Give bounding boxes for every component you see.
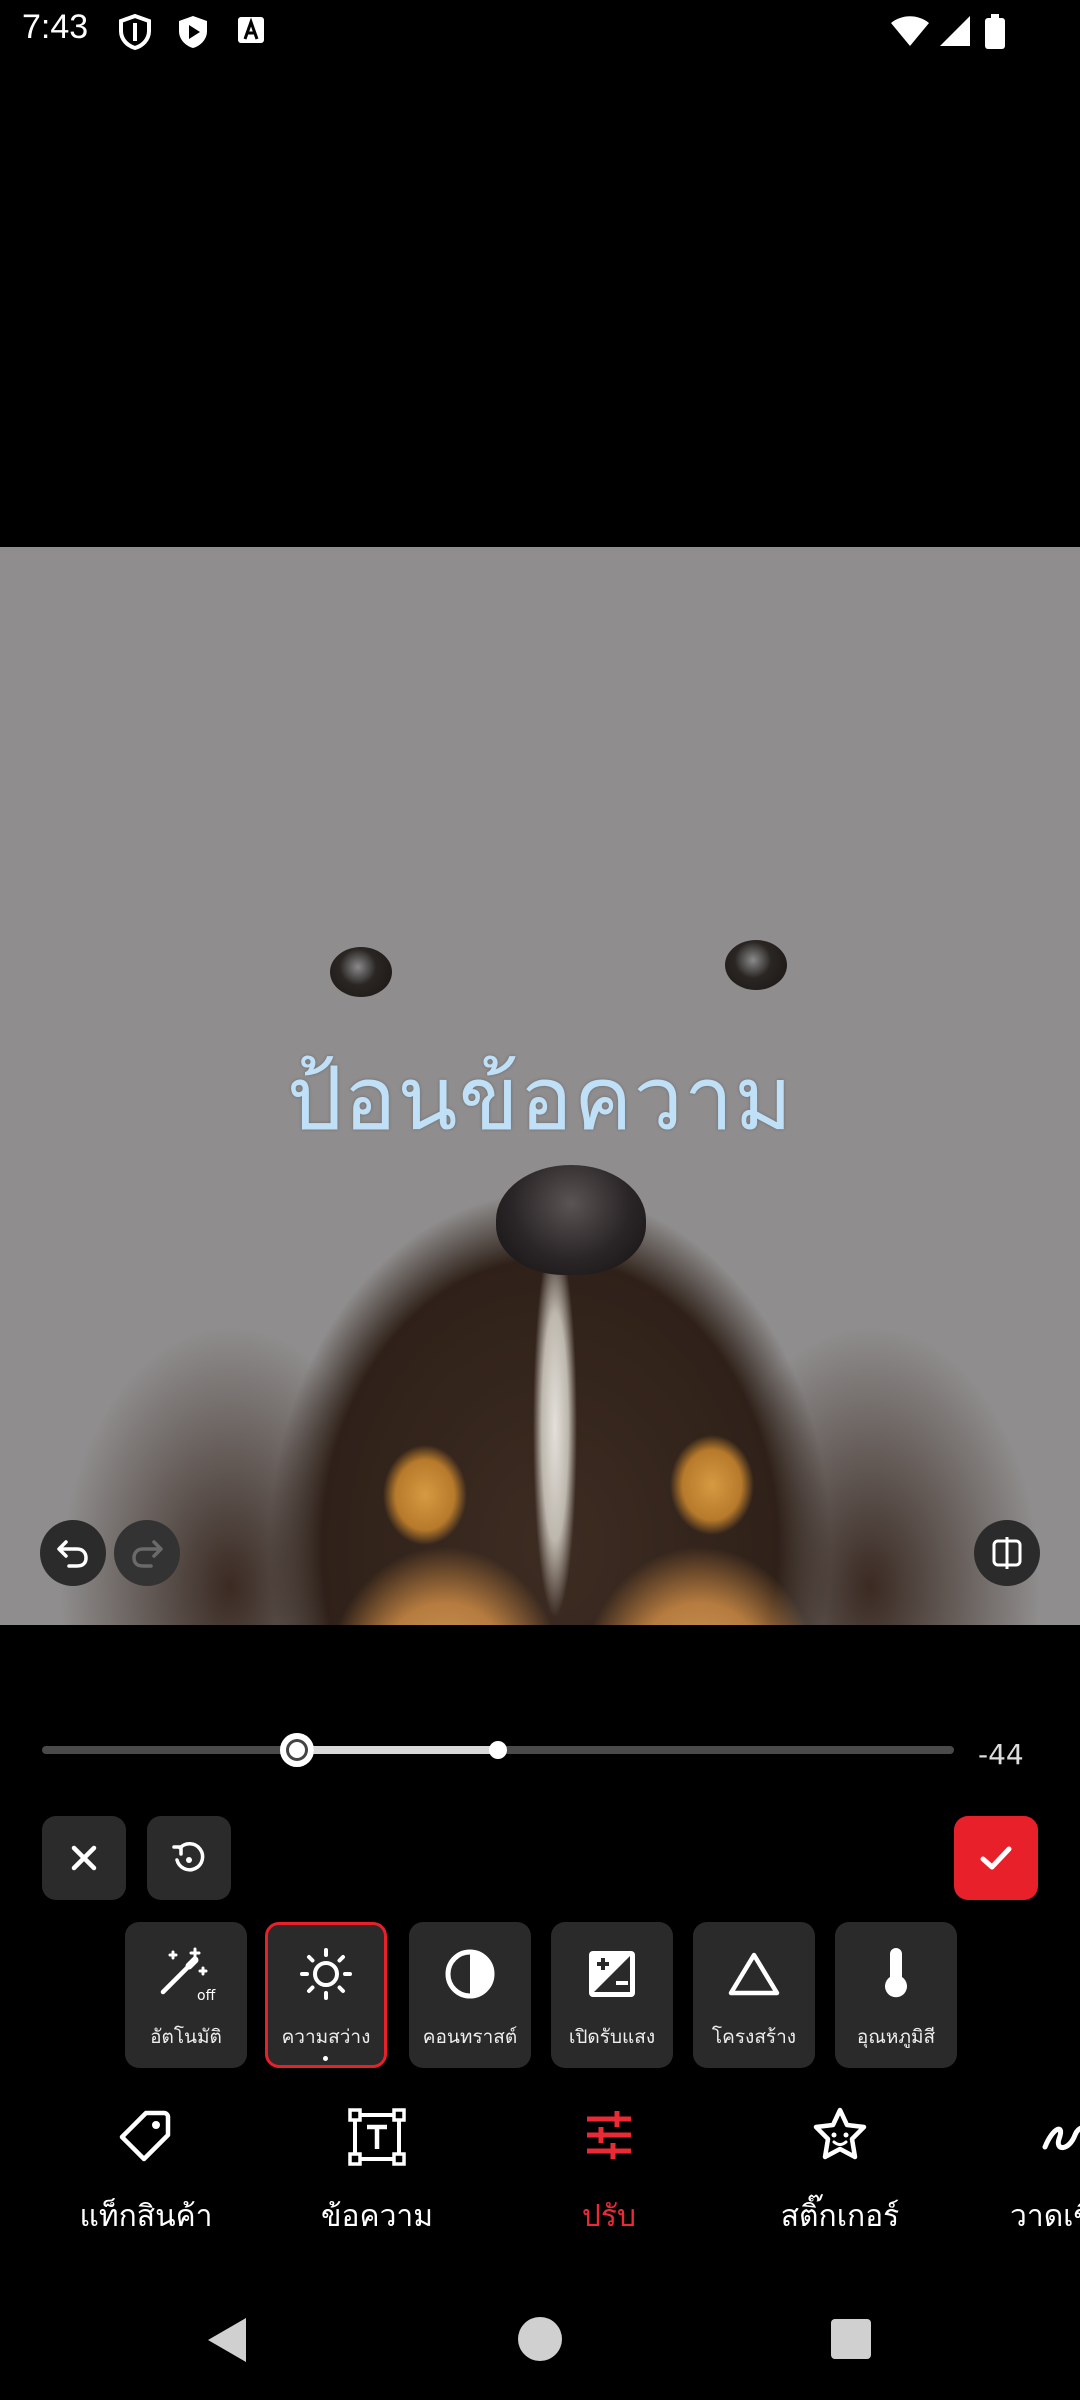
tool-label: โครงสร้าง (711, 2026, 797, 2048)
undo-button[interactable] (40, 1520, 106, 1586)
confirm-button[interactable] (954, 1816, 1038, 1900)
adjust-slider-center-mark (489, 1741, 507, 1759)
compare-icon (992, 1537, 1022, 1569)
nav-label: วาดเขี (1010, 2199, 1080, 2234)
nav-label: สติ๊กเกอร์ (780, 2199, 900, 2234)
nav-label: ข้อความ (320, 2199, 434, 2234)
contrast-icon (409, 1946, 531, 2002)
overlay-text[interactable]: ป้อนข้อความ (0, 1028, 1080, 1168)
recents-button[interactable] (830, 2318, 872, 2364)
text-box-icon (277, 2105, 477, 2175)
tool-label: ความสว่าง (281, 2026, 371, 2048)
compare-button[interactable] (974, 1520, 1040, 1586)
tool-label: อัตโนมัติ (150, 2026, 222, 2048)
selected-indicator-dot (323, 2056, 328, 2061)
back-triangle-icon (208, 2318, 246, 2362)
system-nav-bar (0, 2290, 1080, 2400)
sliders-icon (509, 2105, 709, 2175)
nav-sticker[interactable]: สติ๊กเกอร์ (740, 2105, 940, 2235)
reset-icon (172, 1842, 205, 1872)
nav-adjust[interactable]: ปรับ (509, 2105, 709, 2235)
tool-label: อุณหภูมิสี (856, 2026, 936, 2048)
puppy-right-eye (725, 940, 787, 990)
cancel-button[interactable] (42, 1816, 126, 1900)
brightness-icon (265, 1946, 387, 2002)
redo-button[interactable] (114, 1520, 180, 1586)
undo-icon (57, 1540, 88, 1568)
adjust-slider-value: -44 (978, 1738, 1024, 1771)
draw-icon (972, 2105, 1080, 2175)
status-bar: 7:43 (0, 0, 1080, 64)
tool-contrast[interactable]: คอนทราสต์ (409, 1922, 531, 2068)
reset-button[interactable] (147, 1816, 231, 1900)
home-circle-icon (518, 2317, 562, 2361)
redo-icon (132, 1540, 163, 1568)
tool-exposure[interactable]: เปิดรับแสง (551, 1922, 673, 2068)
home-button[interactable] (516, 2315, 564, 2367)
play-shield-icon (176, 14, 212, 50)
shield-icon (118, 13, 154, 51)
wifi-icon (890, 14, 930, 50)
tool-label: เปิดรับแสง (568, 2026, 656, 2048)
recents-square-icon (831, 2319, 871, 2359)
thermometer-icon (835, 1946, 957, 2002)
font-a-icon (236, 14, 272, 50)
tool-label: คอนทราสต์ (422, 2026, 518, 2048)
tool-color-temperature[interactable]: อุณหภูมิสี (835, 1922, 957, 2068)
tag-icon (46, 2105, 246, 2175)
adjust-slider-fill (297, 1746, 498, 1754)
nav-label: ปรับ (581, 2199, 637, 2234)
adjust-slider-thumb[interactable] (280, 1733, 315, 1767)
tool-structure[interactable]: โครงสร้าง (693, 1922, 815, 2068)
structure-triangle-icon (693, 1946, 815, 2002)
exposure-icon (551, 1946, 673, 2002)
nav-draw[interactable]: วาดเขี (972, 2105, 1080, 2235)
tool-auto[interactable]: off อัตโนมัติ (125, 1922, 247, 2068)
puppy-nose (496, 1165, 646, 1275)
sticker-icon (740, 2105, 940, 2175)
signal-icon (938, 14, 974, 50)
nav-text[interactable]: ข้อความ (277, 2105, 477, 2235)
tool-brightness[interactable]: ความสว่าง (265, 1922, 387, 2068)
check-icon (980, 1846, 1012, 1870)
magic-wand-off-icon: off (125, 1946, 247, 2002)
battery-icon (984, 14, 1008, 50)
status-time: 7:43 (22, 8, 89, 46)
back-button[interactable] (204, 2314, 250, 2370)
svg-text:off: off (197, 1988, 216, 2002)
puppy-left-eye (330, 947, 392, 997)
nav-tag-product[interactable]: แท็กสินค้า (46, 2105, 246, 2235)
close-icon (71, 1845, 97, 1871)
nav-label: แท็กสินค้า (79, 2199, 213, 2234)
